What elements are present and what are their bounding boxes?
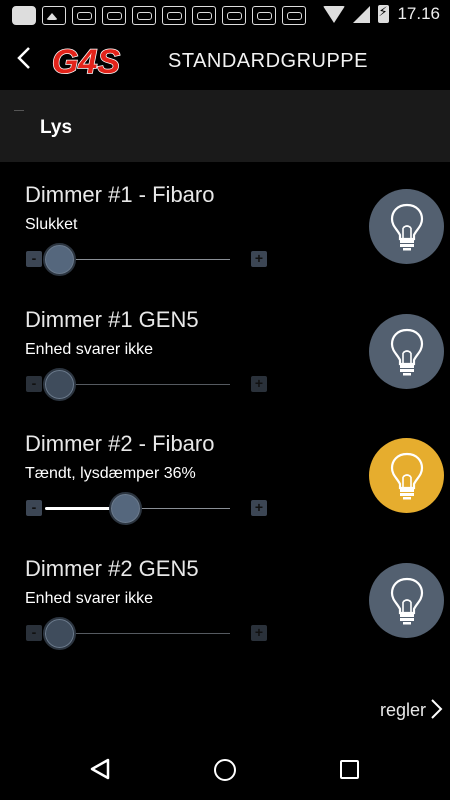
device-row: Dimmer #1 - Fibaro Slukket - +: [0, 182, 450, 307]
device-status: Enhed svarer ikke: [25, 590, 154, 607]
lightbulb-icon: [390, 328, 423, 375]
dim-down-button[interactable]: -: [26, 251, 42, 267]
collapse-icon: [14, 110, 24, 115]
notification-icon: [102, 6, 126, 25]
dim-up-button[interactable]: +: [251, 625, 267, 641]
signal-icon: [353, 5, 371, 23]
lightbulb-icon: [390, 203, 423, 250]
notification-icon: [222, 6, 246, 25]
notification-icon: [252, 6, 276, 25]
light-toggle-button[interactable]: [369, 189, 444, 264]
wifi-icon: [323, 5, 346, 23]
dim-down-button[interactable]: -: [26, 376, 42, 392]
section-title: Lys: [40, 117, 73, 138]
notification-icon: [162, 6, 186, 25]
lightbulb-icon: [390, 452, 423, 499]
rules-link[interactable]: regler: [380, 700, 426, 721]
dim-down-button[interactable]: -: [26, 625, 42, 641]
dim-up-button[interactable]: +: [251, 376, 267, 392]
message-icon: [12, 6, 36, 25]
slider-thumb[interactable]: [43, 243, 76, 276]
notification-icon: [72, 6, 96, 25]
device-name: Dimmer #2 - Fibaro: [25, 431, 215, 456]
g4s-logo: G4S: [52, 42, 121, 81]
light-toggle-button[interactable]: [369, 563, 444, 638]
svg-text:G4S: G4S: [52, 43, 120, 81]
slider-thumb[interactable]: [43, 617, 76, 650]
status-bar: 17.16: [0, 0, 450, 32]
dim-up-button[interactable]: +: [251, 500, 267, 516]
lightbulb-icon: [390, 577, 423, 624]
page-title: STANDARDGRUPPE: [168, 50, 368, 72]
nav-home-icon[interactable]: [214, 759, 236, 781]
nav-back-icon[interactable]: [90, 758, 110, 780]
light-toggle-button[interactable]: [369, 314, 444, 389]
nav-recents-icon[interactable]: [340, 760, 359, 779]
slider-thumb[interactable]: [43, 368, 76, 401]
battery-charging-icon: [378, 4, 390, 23]
device-status: Enhed svarer ikke: [25, 341, 154, 358]
clock: 17.16: [397, 4, 440, 23]
dim-up-button[interactable]: +: [251, 251, 267, 267]
device-status: Tændt, lysdæmper 36%: [25, 465, 196, 482]
device-row: Dimmer #2 GEN5 Enhed svarer ikke - +: [0, 556, 450, 681]
light-toggle-button[interactable]: [369, 438, 444, 513]
device-name: Dimmer #1 - Fibaro: [25, 182, 215, 207]
chevron-left-icon[interactable]: [17, 46, 31, 74]
notification-icons: [12, 6, 306, 25]
image-icon: [42, 6, 66, 25]
device-name: Dimmer #1 GEN5: [25, 307, 199, 332]
slider-thumb[interactable]: [108, 492, 142, 525]
device-row: Dimmer #1 GEN5 Enhed svarer ikke - +: [0, 307, 450, 432]
device-name: Dimmer #2 GEN5: [25, 556, 199, 581]
chevron-right-icon[interactable]: [430, 698, 444, 720]
app-header: G4S STANDARDGRUPPE: [0, 32, 450, 90]
notification-icon: [282, 6, 306, 25]
device-row: Dimmer #2 - Fibaro Tændt, lysdæmper 36% …: [0, 431, 450, 556]
device-status: Slukket: [25, 216, 78, 233]
system-nav-bar: [0, 738, 450, 800]
notification-icon: [192, 6, 216, 25]
notification-icon: [132, 6, 156, 25]
section-header-lights[interactable]: Lys: [0, 90, 450, 162]
dim-down-button[interactable]: -: [26, 500, 42, 516]
